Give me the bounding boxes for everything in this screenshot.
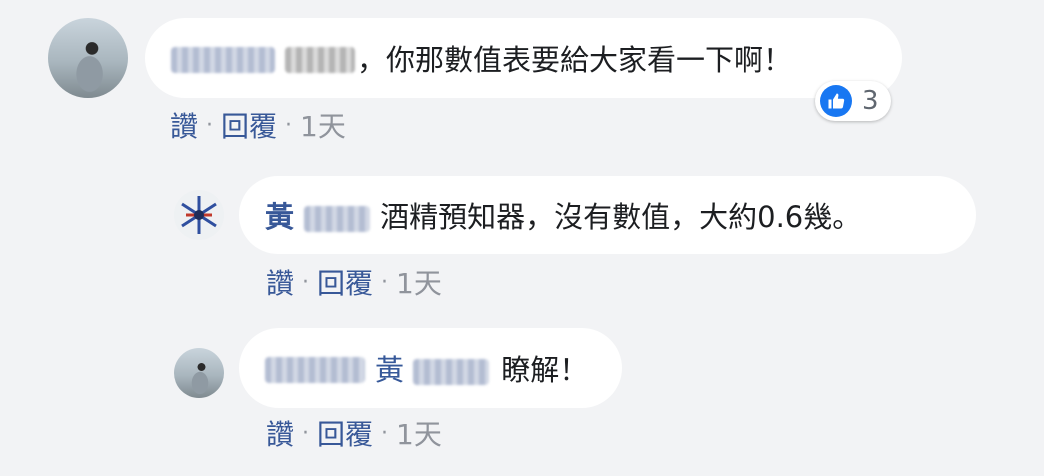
comment-bubble: ，你那數值表要給大家看一下啊！ xyxy=(145,18,902,98)
comment-author-name[interactable] xyxy=(171,41,275,75)
blurred-name xyxy=(265,357,365,383)
reply-link[interactable]: 回覆 xyxy=(317,262,373,302)
reply-text: 瞭解！ xyxy=(501,353,589,387)
comment-actions: 讚 · 回覆 · 1天 xyxy=(170,105,346,145)
replier-avatar[interactable] xyxy=(174,190,224,240)
thumbs-up-icon xyxy=(820,85,852,117)
separator-dot: · xyxy=(285,112,293,138)
separator-dot: · xyxy=(381,269,389,295)
like-link[interactable]: 讚 xyxy=(266,413,294,453)
comment-thread: ，你那數值表要給大家看一下啊！ 3 讚 · 回覆 · 1天 黃 酒精預知器，沒有… xyxy=(0,0,1044,476)
separator-dot: · xyxy=(381,420,389,446)
blurred-mention xyxy=(413,359,490,385)
timestamp-link[interactable]: 1天 xyxy=(300,105,346,145)
mention-tag[interactable] xyxy=(285,41,355,75)
blurred-name xyxy=(171,47,275,73)
reaction-badge[interactable]: 3 xyxy=(815,81,891,121)
reply-author-name[interactable]: 黃 xyxy=(265,194,371,236)
reply-author-name[interactable] xyxy=(265,351,365,385)
mention-visible-part: 黃 xyxy=(375,353,405,387)
timestamp-link[interactable]: 1天 xyxy=(396,413,442,453)
reaction-count: 3 xyxy=(862,86,879,116)
like-link[interactable]: 讚 xyxy=(170,105,198,145)
reply-text: 酒精預知器，沒有數值，大約0.6幾。 xyxy=(380,200,862,234)
reply-actions: 讚 · 回覆 · 1天 xyxy=(266,262,442,302)
timestamp-link[interactable]: 1天 xyxy=(396,262,442,302)
reply-link[interactable]: 回覆 xyxy=(317,413,373,453)
reply-actions: 讚 · 回覆 · 1天 xyxy=(266,413,442,453)
reply-bubble: 黃 酒精預知器，沒有數值，大約0.6幾。 xyxy=(239,176,976,254)
reply-bubble: 黃 瞭解！ xyxy=(239,328,622,408)
author-visible-part: 黃 xyxy=(265,200,295,234)
commenter-avatar[interactable] xyxy=(48,18,128,98)
comment-text: ，你那數值表要給大家看一下啊！ xyxy=(357,43,793,77)
separator-dot: · xyxy=(206,112,214,138)
reply-link[interactable]: 回覆 xyxy=(221,105,277,145)
like-link[interactable]: 讚 xyxy=(266,262,294,302)
blurred-name xyxy=(304,206,371,232)
replier-avatar[interactable] xyxy=(174,348,224,398)
blurred-mention xyxy=(285,47,355,73)
separator-dot: · xyxy=(302,420,310,446)
separator-dot: · xyxy=(302,269,310,295)
emblem-icon xyxy=(174,190,224,240)
mention-tag[interactable]: 黃 xyxy=(375,347,490,389)
